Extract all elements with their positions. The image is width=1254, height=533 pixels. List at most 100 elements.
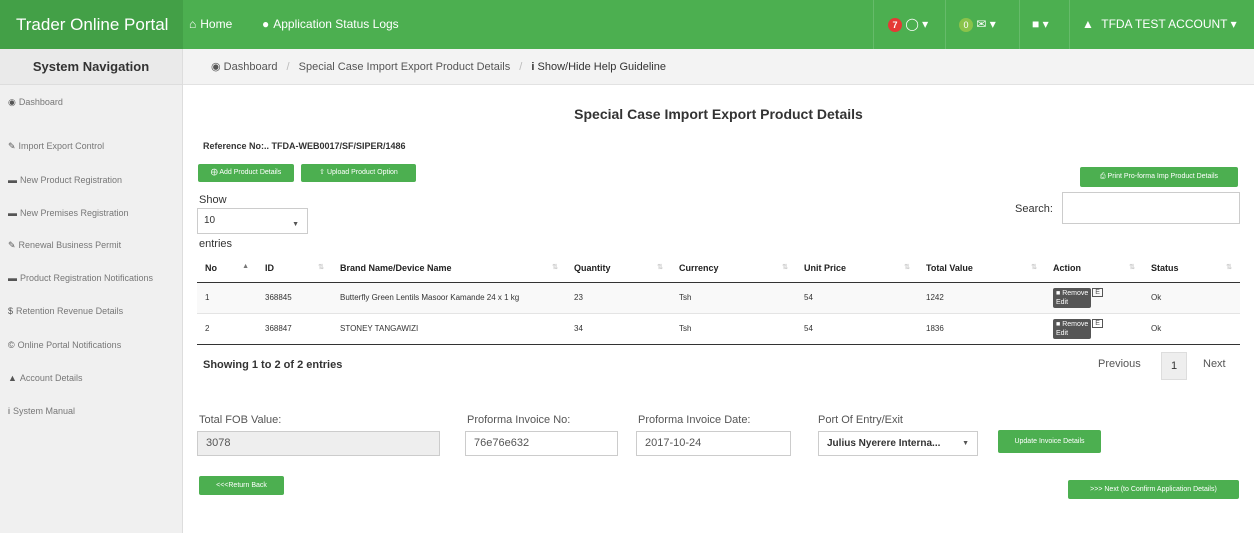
search-label: Search: bbox=[1015, 203, 1053, 215]
user-icon: ▲ bbox=[8, 373, 17, 383]
header-label: Brand Name/Device Name bbox=[340, 262, 452, 273]
user-icon: ▲ bbox=[1082, 17, 1094, 31]
header-label: ID bbox=[265, 262, 274, 273]
cell-currency: Tsh bbox=[671, 282, 796, 314]
chevron-down-icon: ▾ bbox=[989, 17, 996, 31]
sidebar-item-account-details[interactable]: ▲ Account Details bbox=[8, 373, 82, 383]
update-invoice-button[interactable]: Update Invoice Details bbox=[998, 430, 1101, 453]
port-select[interactable]: Julius Nyerere Interna... ▼ bbox=[818, 431, 978, 456]
cell-unit-price: 54 bbox=[796, 282, 918, 314]
pagination-page-1[interactable]: 1 bbox=[1161, 352, 1187, 380]
sidebar-title: System Navigation bbox=[0, 49, 182, 85]
col-currency-header[interactable]: Currency ⇅ bbox=[671, 254, 796, 283]
col-id-header[interactable]: ID ⇅ bbox=[257, 254, 332, 283]
cell-total: 1242 bbox=[918, 282, 1045, 314]
info-icon: i bbox=[8, 406, 10, 416]
col-unit-price-header[interactable]: Unit Price ⇅ bbox=[796, 254, 918, 283]
notifications-dropdown[interactable]: 7 ◯ ▾ bbox=[888, 0, 928, 49]
table-info: Showing 1 to 2 of 2 entries bbox=[203, 359, 343, 371]
dashboard-icon: ◉ bbox=[211, 61, 224, 73]
help-guideline-toggle[interactable]: i Show/Hide Help Guideline bbox=[531, 61, 666, 73]
sidebar-item-new-premises[interactable]: ▬ New Premises Registration bbox=[8, 208, 129, 218]
chevron-down-icon: ▾ bbox=[922, 17, 929, 31]
sidebar-item-retention-revenue[interactable]: $ Retention Revenue Details bbox=[8, 306, 123, 316]
notification-count-badge: 7 bbox=[888, 17, 902, 32]
sidebar-item-product-notifications[interactable]: ▬ Product Registration Notifications bbox=[8, 273, 153, 283]
fob-value-label: Total FOB Value: bbox=[199, 414, 282, 426]
port-label: Port Of Entry/Exit bbox=[818, 414, 903, 426]
lock-dropdown[interactable]: ■ ▾ bbox=[1032, 0, 1049, 49]
invoice-date-field[interactable]: 2017-10-24 bbox=[636, 431, 791, 456]
sort-icon: ⇅ bbox=[1031, 264, 1037, 271]
port-select-value: Julius Nyerere Interna... bbox=[827, 438, 941, 449]
remove-button[interactable]: ■ Remove Edit bbox=[1053, 318, 1092, 339]
sidebar-item-new-product[interactable]: ▬ New Product Registration bbox=[8, 175, 122, 185]
entries-label: entries bbox=[199, 238, 233, 250]
folder-icon: ▬ bbox=[8, 175, 17, 185]
col-name-header[interactable]: Brand Name/Device Name ⇅ bbox=[332, 254, 566, 283]
brand-title[interactable]: Trader Online Portal bbox=[0, 0, 183, 49]
pagination-previous[interactable]: Previous bbox=[1098, 358, 1141, 370]
upload-icon: ⇧ bbox=[319, 169, 327, 176]
header-label: Unit Price bbox=[804, 262, 847, 273]
dollar-icon: $ bbox=[8, 306, 14, 316]
sidebar-item-renewal-permit[interactable]: ✎ Renewal Business Permit bbox=[8, 240, 121, 251]
sidebar-item-system-manual[interactable]: i System Manual bbox=[8, 406, 75, 416]
edit-label: Edit bbox=[1056, 329, 1069, 337]
breadcrumb-separator: / bbox=[519, 61, 523, 73]
entries-select-value: 10 bbox=[204, 215, 216, 226]
cell-action: ■ Remove EditE bbox=[1045, 282, 1143, 314]
print-proforma-button[interactable]: ⎙ Print Pro-forma Imp Product Details bbox=[1080, 167, 1238, 187]
nav-divider bbox=[945, 0, 946, 49]
sidebar-item-label: Retention Revenue Details bbox=[16, 306, 124, 316]
add-product-button[interactable]: ⨁ Add Product Details bbox=[198, 164, 294, 182]
header-label: Status bbox=[1151, 262, 1179, 273]
chevron-down-icon: ▾ bbox=[1042, 17, 1049, 31]
envelope-icon: ✉ bbox=[976, 17, 987, 31]
invoice-no-field[interactable]: 76e76e632 bbox=[465, 431, 618, 456]
col-quantity-header[interactable]: Quantity ⇅ bbox=[566, 254, 671, 283]
sidebar-item-label: New Product Registration bbox=[20, 175, 123, 185]
sidebar-item-portal-notifications[interactable]: © Online Portal Notifications bbox=[8, 340, 121, 350]
nav-home-label: Home bbox=[200, 17, 233, 31]
pagination-next[interactable]: Next bbox=[1203, 358, 1226, 370]
col-total-value-header[interactable]: Total Value ⇅ bbox=[918, 254, 1045, 283]
upload-product-button[interactable]: ⇧ Upload Product Option bbox=[301, 164, 416, 182]
next-confirm-button[interactable]: >>> Next (to Confirm Application Details… bbox=[1068, 480, 1239, 499]
chevron-down-icon: ▼ bbox=[292, 221, 299, 228]
messages-dropdown[interactable]: 0 ✉ ▾ bbox=[959, 0, 996, 49]
sidebar-item-label: Import Export Control bbox=[18, 141, 105, 151]
print-proforma-label: Print Pro-forma Imp Product Details bbox=[1107, 173, 1219, 180]
nav-application-status[interactable]: ● Application Status Logs bbox=[262, 0, 399, 49]
sidebar-item-label: New Premises Registration bbox=[20, 208, 129, 218]
col-status-header[interactable]: Status ⇅ bbox=[1143, 254, 1240, 283]
col-no-header[interactable]: No ▲ bbox=[197, 254, 257, 283]
edit-icon[interactable]: E bbox=[1092, 287, 1103, 297]
search-input[interactable] bbox=[1062, 192, 1240, 224]
cell-quantity: 34 bbox=[566, 313, 671, 345]
cell-id: 368847 bbox=[257, 313, 332, 345]
col-action-header[interactable]: Action ⇅ bbox=[1045, 254, 1143, 283]
return-back-button[interactable]: <<<Return Back bbox=[199, 476, 284, 495]
table-row: 2 368847 STONEY TANGAWIZI 34 Tsh 54 1836… bbox=[197, 313, 1240, 345]
fob-value-field[interactable]: 3078 bbox=[197, 431, 440, 456]
nav-home[interactable]: ⌂ Home bbox=[189, 0, 232, 49]
products-table: No ▲ ID ⇅ Brand Name/Device Name ⇅ Quantity… bbox=[197, 254, 1240, 345]
page-title: Special Case Import Export Product Detai… bbox=[574, 106, 863, 122]
sort-icon: ⇅ bbox=[782, 264, 788, 271]
globe-icon: ◯ bbox=[905, 17, 919, 31]
entries-select[interactable]: 10 ▼ bbox=[197, 208, 308, 234]
folder-icon: ▬ bbox=[8, 273, 17, 283]
account-dropdown[interactable]: ▲ TFDA TEST ACCOUNT ▾ bbox=[1082, 0, 1237, 49]
sidebar-item-dashboard[interactable]: ◉ Dashboard bbox=[8, 97, 63, 108]
sidebar-item-label: System Manual bbox=[13, 406, 76, 416]
add-product-label: Add Product Details bbox=[219, 169, 282, 176]
sort-icon: ⇅ bbox=[1129, 264, 1135, 271]
remove-button[interactable]: ■ Remove Edit bbox=[1053, 287, 1092, 308]
sidebar-item-import-export[interactable]: ✎ Import Export Control bbox=[8, 141, 104, 152]
chevron-down-icon: ▾ bbox=[1230, 17, 1237, 31]
upload-product-label: Upload Product Option bbox=[326, 169, 398, 176]
breadcrumb-dashboard[interactable]: ◉ Dashboard bbox=[211, 61, 277, 73]
edit-icon[interactable]: E bbox=[1092, 318, 1103, 328]
sidebar-item-label: Online Portal Notifications bbox=[17, 340, 122, 350]
